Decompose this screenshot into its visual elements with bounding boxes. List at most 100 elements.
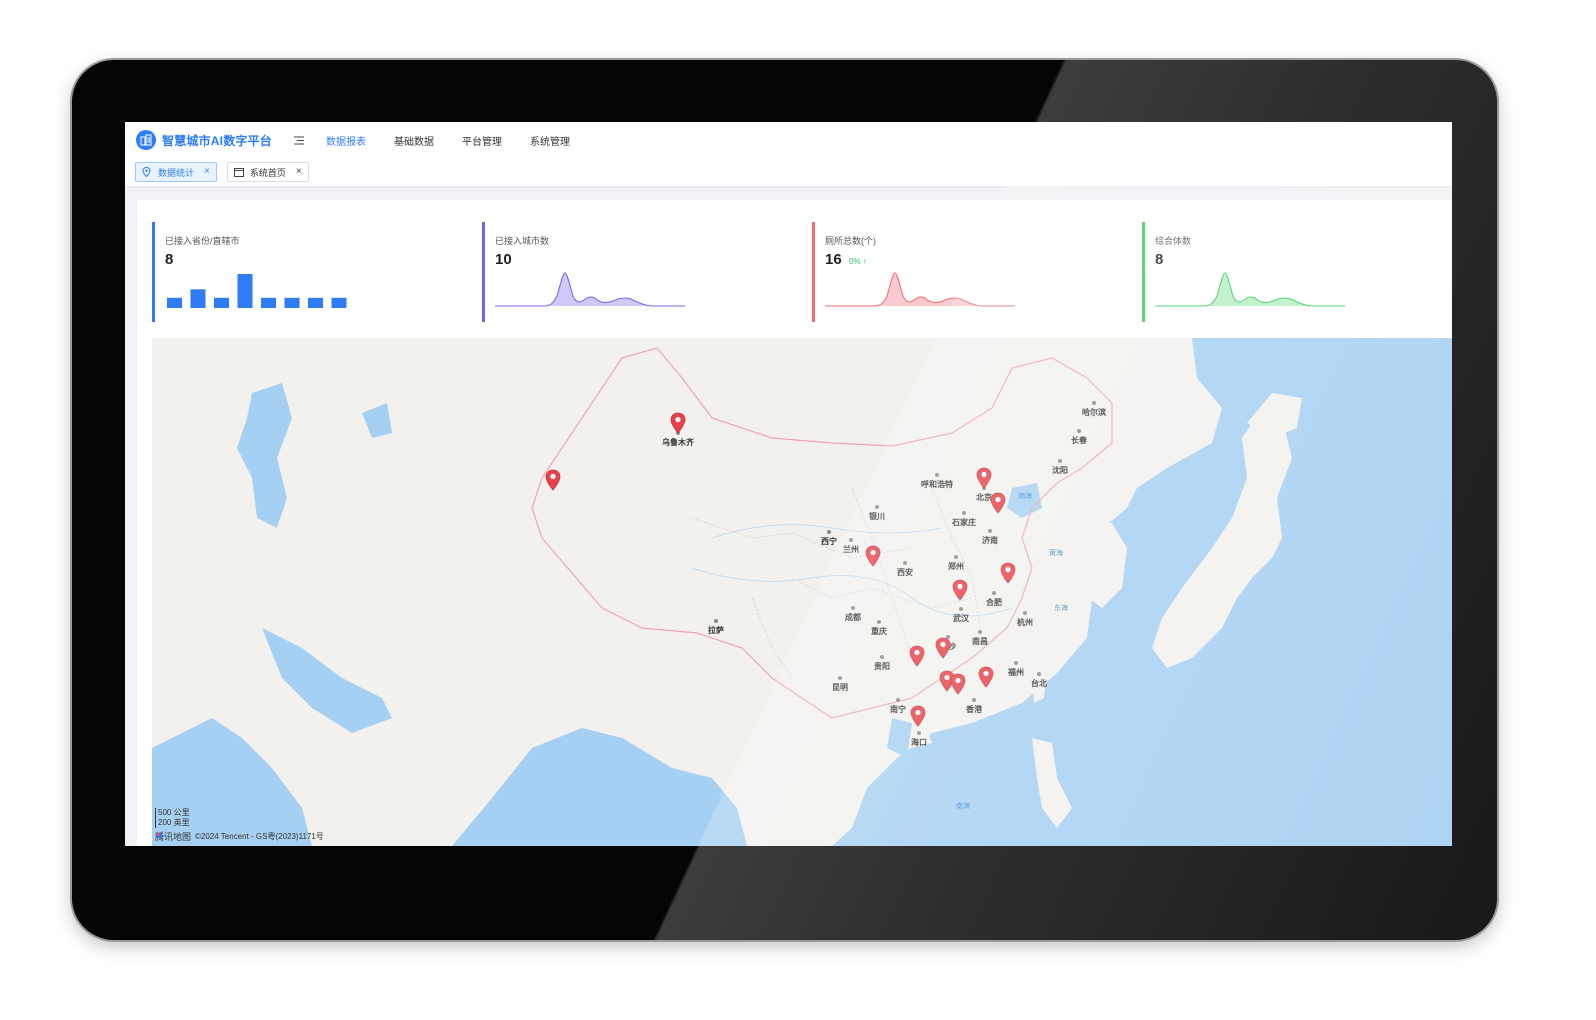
menu-fold-icon[interactable] xyxy=(292,133,306,147)
stat-value: 8 xyxy=(1155,251,1164,268)
city-dot xyxy=(988,529,992,533)
city-dot xyxy=(1014,661,1018,665)
stat-label: 综合体数 xyxy=(1155,236,1192,246)
nav-data-report[interactable]: 数据报表 xyxy=(326,133,366,148)
city-dot xyxy=(714,619,718,623)
tab-label: 数据统计 xyxy=(158,167,195,178)
wave-area xyxy=(825,273,1015,306)
map-pin-icon[interactable] xyxy=(865,545,881,567)
map-pin-icon[interactable] xyxy=(976,467,992,489)
nav-platform-management[interactable]: 平台管理 xyxy=(462,133,502,148)
map-pin-icon[interactable] xyxy=(910,705,926,727)
city-dot xyxy=(954,555,958,559)
map-pin-icon[interactable] xyxy=(978,666,994,688)
city-label: 西安 xyxy=(897,568,913,577)
scale-mi: 200 英里 xyxy=(158,818,190,827)
city-label: 合肥 xyxy=(986,598,1002,607)
main-nav: 数据报表 基础数据 平台管理 系统管理 xyxy=(326,133,598,148)
nav-system-management[interactable]: 系统管理 xyxy=(530,133,570,148)
city-dot xyxy=(851,606,855,610)
stat-accent-bar xyxy=(482,222,485,322)
sea-label: 东海 xyxy=(1054,605,1068,612)
stat-card-provinces: 已接入省份/直辖市 8 xyxy=(152,222,452,322)
city-label: 香港 xyxy=(966,705,982,714)
mini-bar xyxy=(284,297,300,308)
stat-accent-bar xyxy=(152,222,155,322)
tabs-bar: 数据统计 × 系统首页 × xyxy=(125,158,1452,186)
sea-label: 南海 xyxy=(956,803,970,810)
mini-bar xyxy=(261,297,276,308)
stat-card-toilets: 厕所总数(个) 16 0% ↑ xyxy=(812,222,1112,322)
city-dot xyxy=(838,676,842,680)
city-dot xyxy=(935,473,939,477)
city-label: 拉萨 xyxy=(708,626,724,635)
mini-bar xyxy=(214,297,229,308)
mini-bar xyxy=(237,274,253,308)
stat-card-cities: 已接入城市数 10 xyxy=(482,222,782,322)
stat-value: 8 xyxy=(165,251,174,268)
city-label: 银川 xyxy=(869,512,885,521)
map-pin-icon[interactable] xyxy=(670,412,686,434)
city-dot xyxy=(877,620,881,624)
stat-value: 10 xyxy=(495,251,512,268)
wave-area xyxy=(1155,273,1345,306)
city-dot xyxy=(1023,611,1027,615)
sea-label: 黄海 xyxy=(1049,550,1063,557)
stat-label: 厕所总数(个) xyxy=(825,236,876,246)
city-label: 杭州 xyxy=(1017,618,1033,627)
city-label: 兰州 xyxy=(843,545,859,554)
stat-accent-bar xyxy=(1142,222,1145,322)
mini-wave-chart xyxy=(495,272,685,307)
map-pin-icon[interactable] xyxy=(1000,562,1016,584)
dashboard-content: 已接入省份/直辖市 8 已接入城市数 10 厕所总数(个) 16 0% ↑ 综合… xyxy=(137,200,1452,846)
city-label: 西宁 xyxy=(821,537,837,546)
tab-system-home[interactable]: 系统首页 × xyxy=(226,162,309,182)
nav-base-data[interactable]: 基础数据 xyxy=(394,133,434,148)
map-attribution: 腾讯地图 ©2024 Tencent - GS粤(2023)1171号 xyxy=(155,830,324,843)
city-dot xyxy=(1037,672,1041,676)
city-label: 乌鲁木齐 xyxy=(662,438,694,447)
map-scale: 500 公里 200 英里 xyxy=(155,808,190,828)
city-dot xyxy=(827,530,831,534)
city-label: 南宁 xyxy=(890,705,906,714)
city-dot xyxy=(972,698,976,702)
city-label: 台北 xyxy=(1031,679,1047,688)
city-label: 福州 xyxy=(1008,668,1024,677)
mini-bar xyxy=(167,297,182,308)
city-label: 南昌 xyxy=(972,637,988,646)
map-pin-icon[interactable] xyxy=(545,469,561,491)
stat-label: 已接入省份/直辖市 xyxy=(165,236,240,246)
tab-data-statistics[interactable]: 数据统计 × xyxy=(135,162,217,182)
mini-bar xyxy=(331,297,347,308)
city-dot xyxy=(962,511,966,515)
city-label: 石家庄 xyxy=(952,518,976,527)
city-dot xyxy=(896,698,900,702)
scale-km: 500 公里 xyxy=(158,808,190,817)
attribution-text: ©2024 Tencent - GS粤(2023)1171号 xyxy=(195,832,324,841)
map-pin-icon[interactable] xyxy=(990,492,1006,514)
tencent-map-logo-icon xyxy=(156,831,163,838)
city-label: 济南 xyxy=(982,536,998,545)
map-pin-icon[interactable] xyxy=(950,673,966,695)
app-logo[interactable]: 智慧城市AI数字平台 xyxy=(136,130,272,150)
city-label: 昆明 xyxy=(832,683,848,692)
city-dot xyxy=(903,561,907,565)
city-label: 沈阳 xyxy=(1052,466,1068,475)
mini-bar-chart xyxy=(167,274,347,308)
china-map[interactable]: 乌鲁木齐 呼和浩特 北京 哈尔滨 长春 沈阳 银川 石家庄 济南 西宁 兰州 西安 郑州 合肥 武汉 成都 重庆… xyxy=(152,338,1452,846)
close-icon[interactable]: × xyxy=(296,167,302,177)
map-pin-icon[interactable] xyxy=(909,645,925,667)
mini-bar xyxy=(190,289,206,308)
mini-bar xyxy=(308,297,323,308)
city-label: 哈尔滨 xyxy=(1082,408,1106,417)
city-label: 贵阳 xyxy=(874,662,890,671)
stat-change: 0% ↑ xyxy=(849,257,867,266)
building-icon xyxy=(136,130,156,150)
city-dot xyxy=(875,505,879,509)
map-base xyxy=(152,338,1302,846)
city-dot xyxy=(992,591,996,595)
map-pin-icon[interactable] xyxy=(952,579,968,601)
stat-accent-bar xyxy=(812,222,815,322)
close-icon[interactable]: × xyxy=(204,167,210,177)
map-pin-icon[interactable] xyxy=(935,637,951,659)
